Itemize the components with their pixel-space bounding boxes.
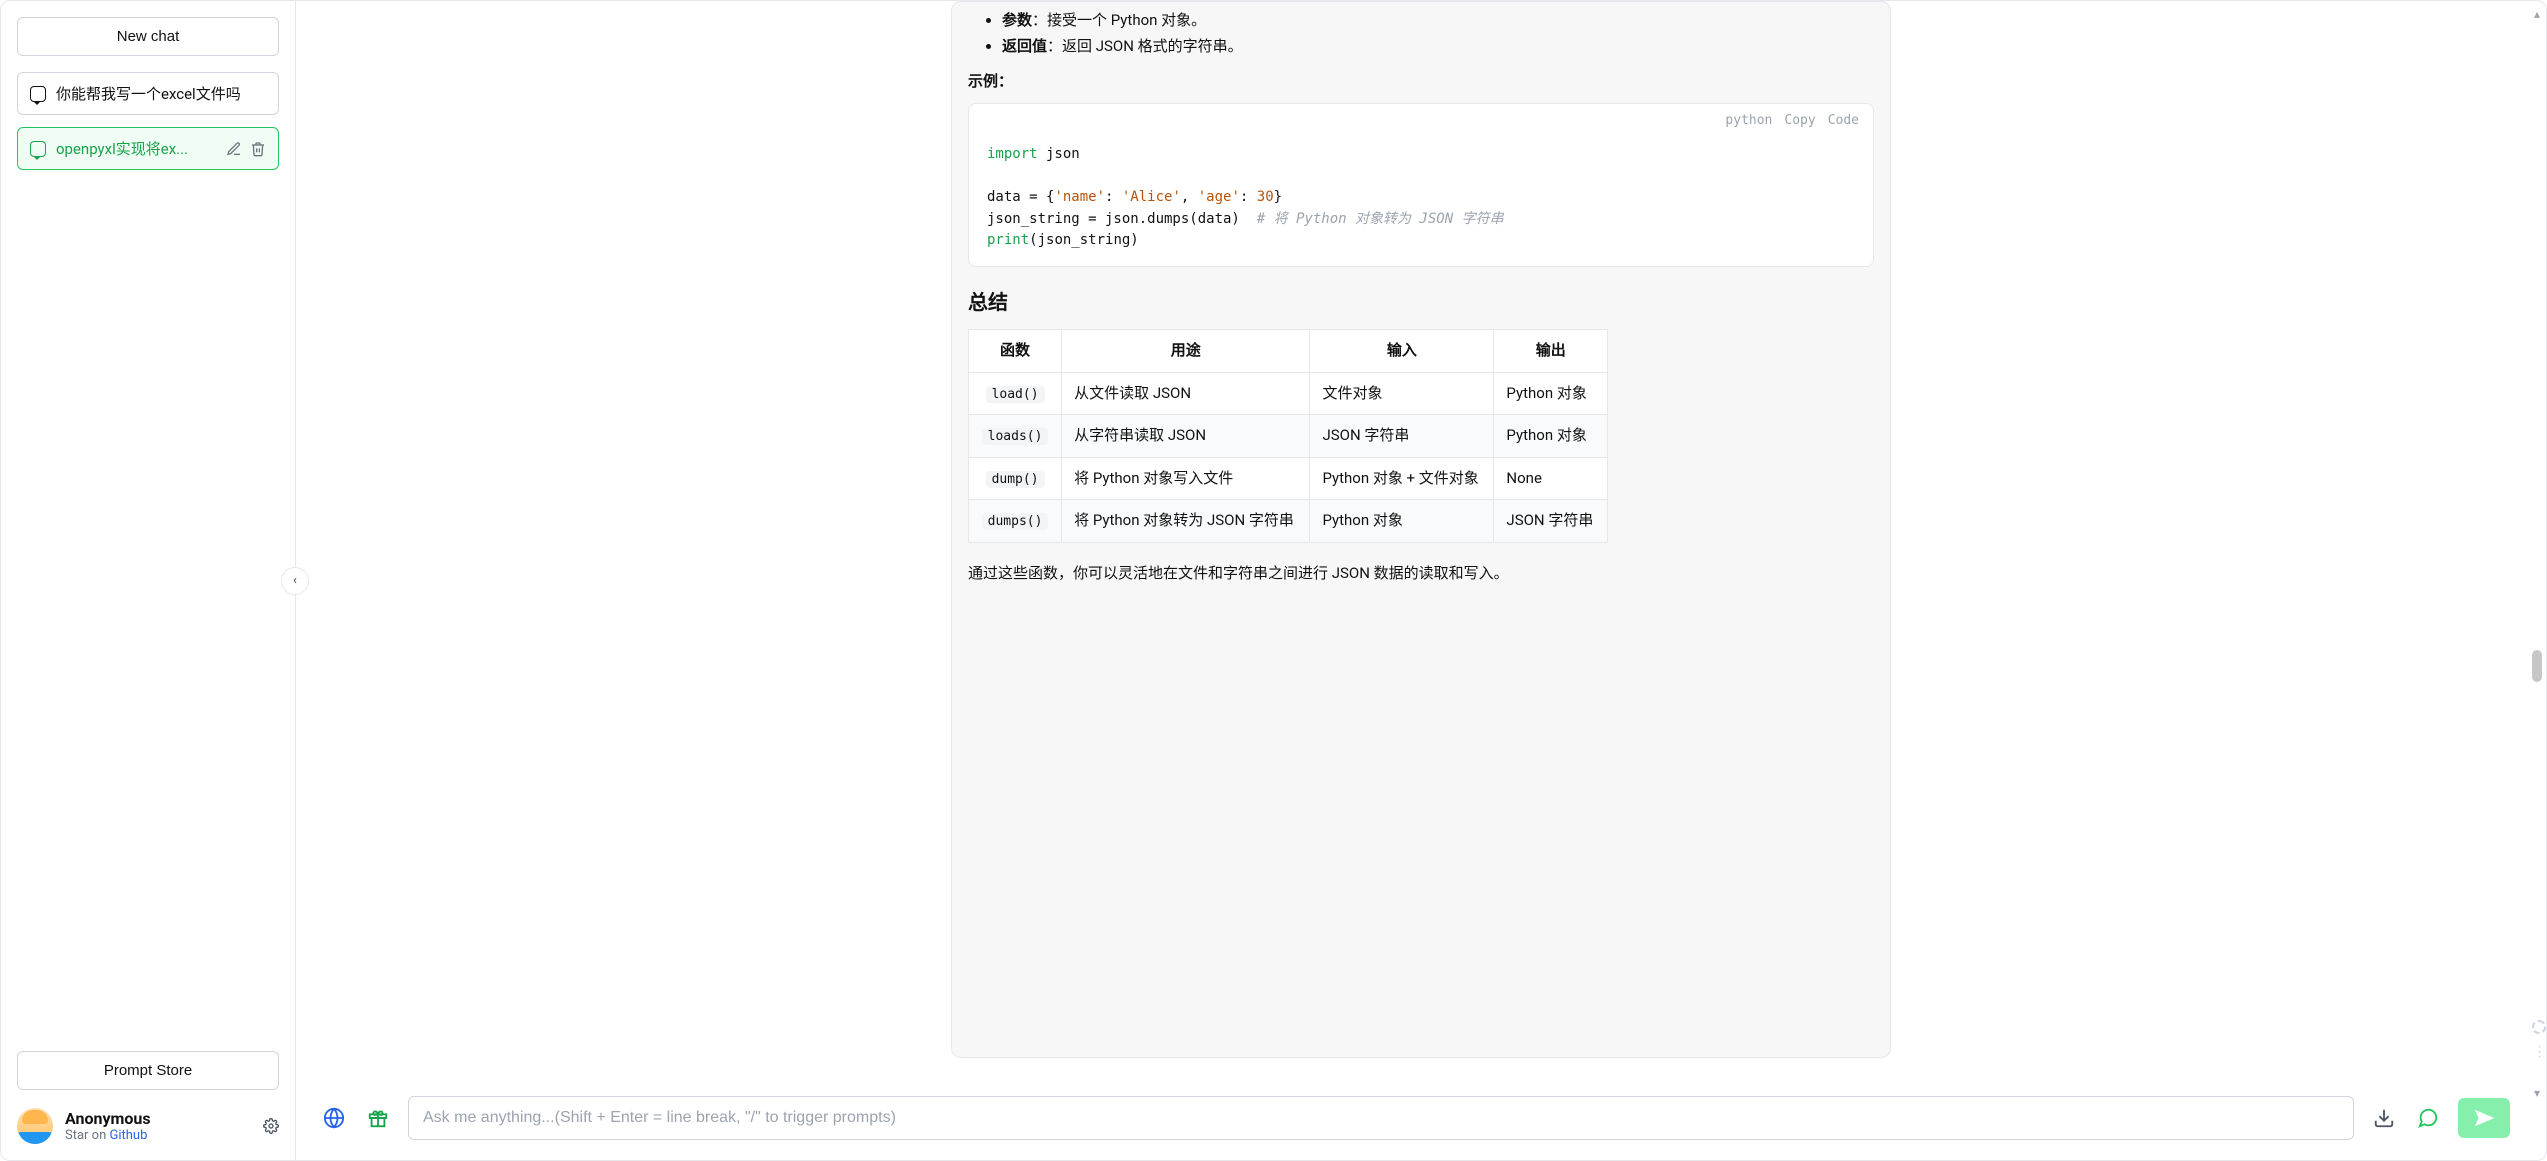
star-line: Star on Github [65,1128,251,1143]
user-name: Anonymous [65,1109,251,1128]
globe-icon[interactable] [320,1104,348,1132]
chat-item-title: openpyxl实现将ex... [56,138,216,159]
chat-item-title: 你能帮我写一个excel文件吗 [56,83,266,104]
app-root: New chat 你能帮我写一个excel文件吗 openpyxl实现将ex..… [0,0,2547,1161]
message-input[interactable] [408,1096,2354,1140]
params-list: 参数：接受一个 Python 对象。 返回值：返回 JSON 格式的字符串。 [968,8,1874,59]
table-row: dumps() 将 Python 对象转为 JSON 字符串 Python 对象… [969,500,1608,543]
composer [296,1082,2546,1160]
settings-icon[interactable] [263,1118,279,1134]
prompt-store-button[interactable]: Prompt Store [17,1051,279,1090]
github-link[interactable]: Github [110,1128,148,1143]
conversation-scroll[interactable]: 参数：接受一个 Python 对象。 返回值：返回 JSON 格式的字符串。 示… [296,1,2546,1082]
download-icon[interactable] [2370,1104,2398,1132]
gift-icon[interactable] [364,1104,392,1132]
copy-button[interactable]: Copy [1784,110,1815,132]
edit-icon[interactable] [226,141,242,157]
delete-icon[interactable] [250,141,266,157]
example-label: 示例： [968,69,1874,95]
table-row: dump() 将 Python 对象写入文件 Python 对象 + 文件对象 … [969,457,1608,500]
main-area: 参数：接受一个 Python 对象。 返回值：返回 JSON 格式的字符串。 示… [296,1,2546,1160]
table-row: loads() 从字符串读取 JSON JSON 字符串 Python 对象 [969,415,1608,458]
code-lang-label: python [1725,110,1772,132]
chat-item-active[interactable]: openpyxl实现将ex... [17,127,279,170]
send-button[interactable] [2458,1098,2510,1138]
code-block: python Copy Code import json data = {'na… [968,103,1874,268]
chat-list: 你能帮我写一个excel文件吗 openpyxl实现将ex... [1,64,295,1039]
regenerate-icon[interactable] [2532,1020,2546,1034]
th-use: 用途 [1062,330,1310,373]
chat-bubble-icon [30,86,46,102]
chat-item[interactable]: 你能帮我写一个excel文件吗 [17,72,279,115]
th-in: 输入 [1310,330,1494,373]
closing-text: 通过这些函数，你可以灵活地在文件和字符串之间进行 JSON 数据的读取和写入。 [968,561,1874,587]
th-out: 输出 [1494,330,1608,373]
avatar [17,1108,53,1144]
sidebar: New chat 你能帮我写一个excel文件吗 openpyxl实现将ex..… [1,1,296,1160]
chat-bubble-icon [30,141,46,157]
table-row: load() 从文件读取 JSON 文件对象 Python 对象 [969,372,1608,415]
collapse-sidebar-button[interactable]: ‹ [281,567,309,595]
code-label[interactable]: Code [1828,110,1859,132]
user-row: Anonymous Star on Github [1,1094,295,1160]
more-icon[interactable]: ⋮ [2533,1044,2546,1060]
scrollbar-thumb[interactable] [2532,650,2542,682]
whatsapp-icon[interactable] [2414,1104,2442,1132]
new-chat-button[interactable]: New chat [17,17,279,56]
summary-table: 函数 用途 输入 输出 load() 从文件读取 JSON 文件对象 [968,329,1608,543]
message-actions: ⋮ [2532,1020,2546,1060]
summary-heading: 总结 [968,285,1874,319]
th-fn: 函数 [969,330,1062,373]
assistant-message: 参数：接受一个 Python 对象。 返回值：返回 JSON 格式的字符串。 示… [951,1,1891,1058]
code-content: import json data = {'name': 'Alice', 'ag… [969,132,1873,266]
